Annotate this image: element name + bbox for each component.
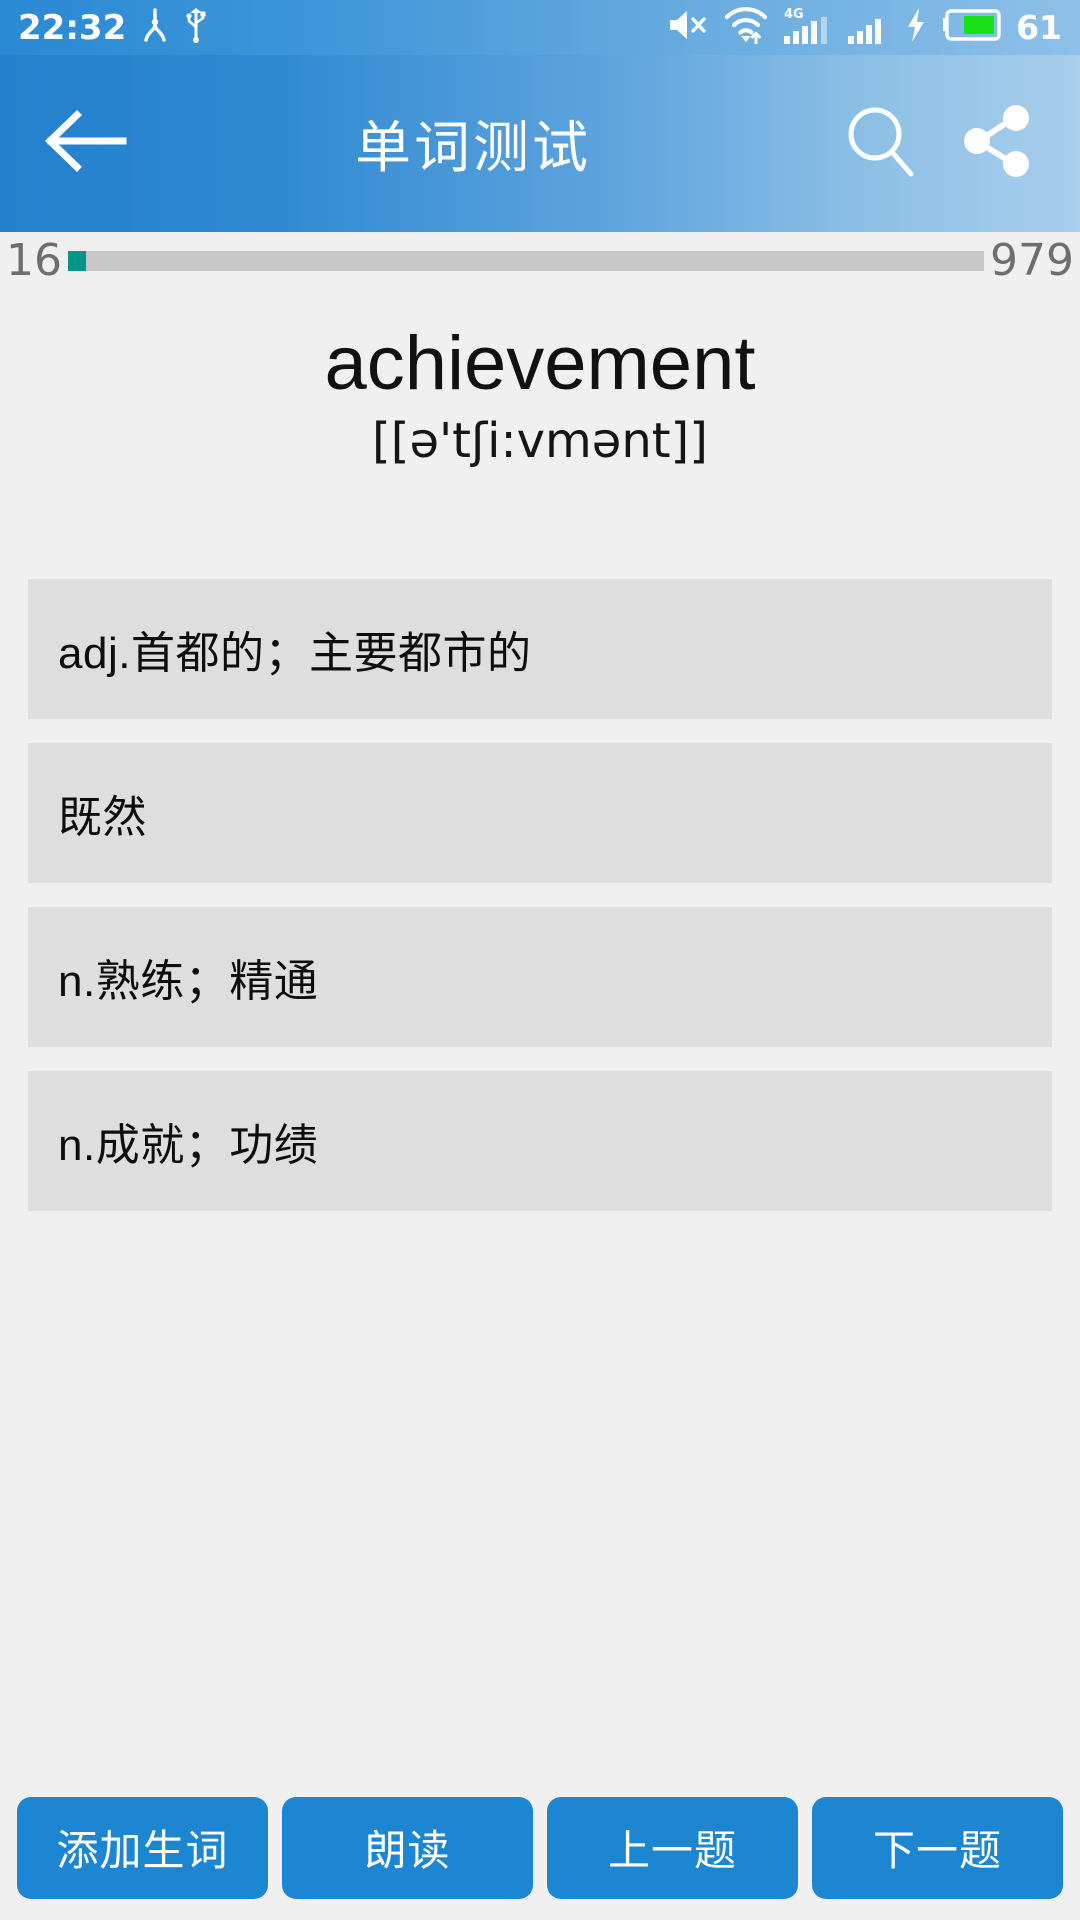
word-spelling: achievement — [324, 321, 756, 406]
add-new-word-button[interactable]: 添加生词 — [17, 1796, 268, 1899]
share-button[interactable] — [952, 98, 1044, 190]
status-bar-right: 4G 61 — [666, 5, 1062, 50]
signal-4g-icon: 4G — [782, 5, 834, 50]
bottom-action-bar: 添加生词 朗读 上一题 下一题 — [0, 1790, 1080, 1920]
progress-bar[interactable] — [68, 251, 985, 271]
answer-option[interactable]: adj.首都的；主要都市的 — [28, 578, 1052, 719]
progress-bar-fill — [68, 251, 87, 271]
search-icon — [837, 98, 923, 189]
usb-icon — [184, 7, 208, 48]
svg-text:4G: 4G — [784, 7, 804, 22]
app-bar: 单词测试 — [0, 55, 1080, 232]
word-phonetic: [[ə'tʃi:vmənt]] — [371, 413, 709, 470]
search-button[interactable] — [834, 98, 926, 190]
progress-row: 16 979 — [0, 232, 1080, 290]
charging-bolt-icon — [904, 6, 928, 49]
progress-total-label: 979 — [990, 235, 1074, 286]
progress-current-label: 16 — [6, 235, 62, 286]
answer-option[interactable]: n.熟练；精通 — [28, 906, 1052, 1047]
word-area: achievement [[ə'tʃi:vmənt]] — [0, 290, 1080, 471]
answer-option-label: n.熟练；精通 — [58, 956, 319, 1006]
nfc-icon — [140, 7, 170, 48]
share-icon — [957, 100, 1039, 187]
answer-option-label: adj.首都的；主要都市的 — [58, 628, 532, 678]
battery-icon — [941, 8, 1001, 47]
wifi-icon — [723, 6, 769, 49]
status-bar-left: 22:32 — [18, 7, 208, 48]
answer-option-label: n.成就；功绩 — [58, 1120, 319, 1170]
previous-question-button[interactable]: 上一题 — [547, 1796, 798, 1899]
status-clock: 22:32 — [18, 7, 127, 48]
answer-options-list: adj.首都的；主要都市的 既然 n.熟练；精通 n.成就；功绩 — [0, 578, 1080, 1211]
answer-option[interactable]: n.成就；功绩 — [28, 1070, 1052, 1211]
status-bar: 22:32 4G 61 — [0, 0, 1080, 55]
battery-percent-label: 61 — [1016, 8, 1062, 47]
read-aloud-button[interactable]: 朗读 — [282, 1796, 533, 1899]
answer-option-label: 既然 — [58, 792, 147, 842]
next-question-button[interactable]: 下一题 — [812, 1796, 1063, 1899]
answer-option[interactable]: 既然 — [28, 742, 1052, 883]
signal-icon — [847, 5, 891, 50]
page-title: 单词测试 — [355, 116, 591, 179]
mute-icon — [666, 7, 710, 48]
